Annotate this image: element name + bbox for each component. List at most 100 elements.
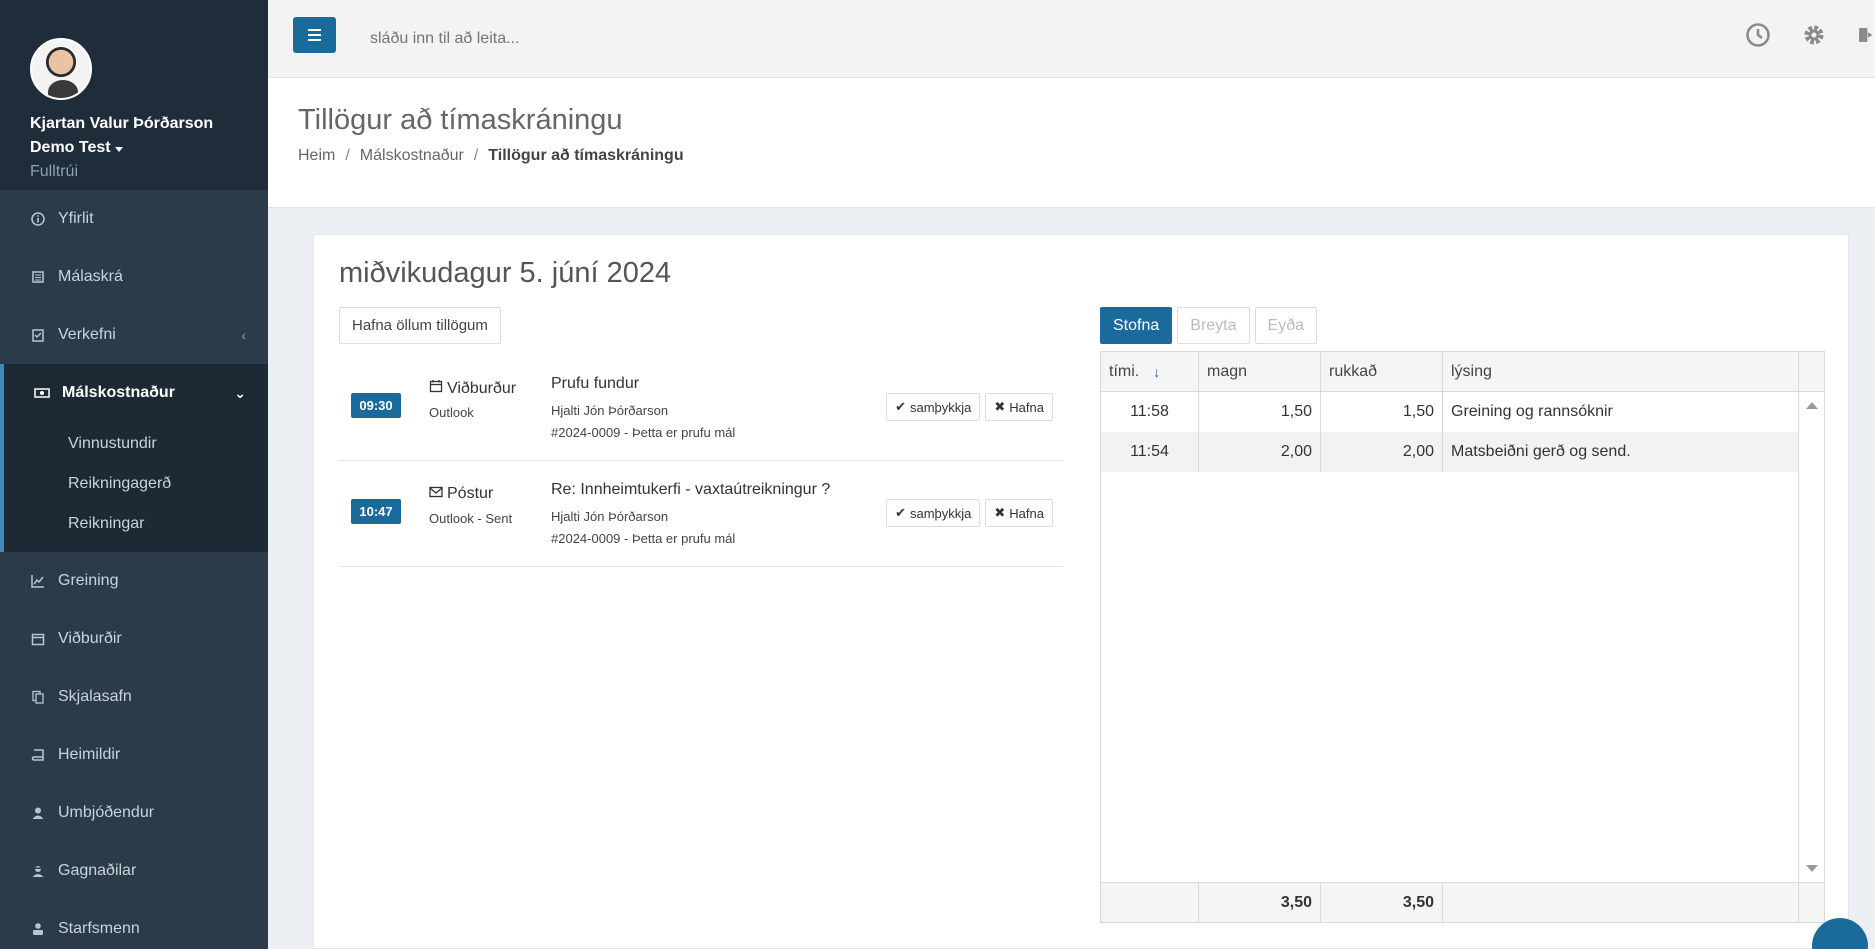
sidebar-subitem-vinnustundir[interactable]: Vinnustundir [4,424,268,464]
calendar-icon [30,631,46,647]
company-dropdown[interactable]: Demo Test [30,136,268,160]
footer-empty [1443,883,1799,922]
time-badge: 10:47 [351,499,401,524]
approve-label: samþykkja [909,399,972,415]
breadcrumb-home[interactable]: Heim [298,147,335,165]
sidebar-item-malaskra[interactable]: Málaskrá [0,248,268,306]
reject-button[interactable]: ✖ Hafna [985,499,1053,527]
sidebar-item-verkefni[interactable]: Verkefni ‹ [0,306,268,364]
company-name: Demo Test [30,139,111,156]
archive-icon [30,269,46,285]
sidebar-item-gagnadilar[interactable]: Gagnaðilar [0,842,268,900]
sidebar-item-umbjodendur[interactable]: Umbjóðendur [0,784,268,842]
reject-button[interactable]: ✖ Hafna [985,393,1053,421]
sidebar-item-label: Málaskrá [58,267,123,285]
sidebar-item-heimildir[interactable]: Heimildir [0,726,268,784]
chevron-left-icon: ‹ [241,326,246,343]
sidebar-item-label: Málskostnaður [62,384,175,401]
breadcrumb: Heim / Málskostnaður / Tillögur að tímas… [298,147,1845,165]
logout-icon[interactable] [1857,22,1875,48]
topbar [268,0,1875,78]
suggestion-person: Hjalti Jón Þórðarson [551,509,669,524]
edit-button[interactable]: Breyta [1177,307,1250,344]
close-icon: ✖ [994,505,1006,520]
suggestion-title: Re: Innheimtukerfi - vaxtaútreikningur ? [551,481,831,498]
suggestion-kind-label: Viðburður [447,379,517,397]
cell-amount: 1,50 [1199,392,1321,432]
cell-description: Matsbeiðni gerð og send. [1443,432,1799,472]
sidebar-item-starfsmenn[interactable]: Starfsmenn [0,900,268,949]
column-header-description[interactable]: lýsing [1443,352,1799,391]
page-title: Tillögur að tímaskráningu [298,104,623,136]
menu-toggle-button[interactable] [293,17,336,53]
search-input[interactable] [370,30,770,48]
user-role: Fulltrúi [30,163,79,180]
sidebar-item-label: Starfsmenn [58,919,140,937]
reject-label: Hafna [1009,505,1044,521]
chevron-down-icon: ⌄ [234,384,246,401]
sidebar-item-malskostnadur[interactable]: Málskostnaður ⌄ [0,364,268,422]
suggestion-actions: ✔ samþykkja ✖ Hafna [886,393,1053,421]
scroll-down-arrow-icon[interactable] [1806,865,1818,872]
check-icon: ✔ [895,399,906,414]
approve-button[interactable]: ✔ samþykkja [886,499,981,527]
sidebar-subitem-reikningagerd[interactable]: Reikningagerð [4,464,268,504]
suggestion-source: Outlook [429,405,474,420]
table-header: tími. ↓ magn rukkað lýsing [1101,352,1824,392]
suggestion-case: #2024-0009 - Þetta er prufu mál [551,425,736,440]
check-icon: ✔ [895,505,906,520]
main-box: miðvikudagur 5. júní 2024 Hafna öllum ti… [313,234,1849,949]
sidebar-item-greining[interactable]: Greining [0,552,268,610]
cell-time: 11:58 [1101,392,1199,432]
breadcrumb-current: Tillögur að tímaskráningu [488,147,684,164]
vertical-scrollbar[interactable] [1798,392,1824,882]
top-icons [1745,22,1875,48]
create-button[interactable]: Stofna [1100,307,1173,344]
reject-all-button[interactable]: Hafna öllum tillögum [339,307,501,344]
user-panel: Kjartan Valur Þórðarson Demo Test Fulltr… [0,0,268,190]
suggestion-item: 10:47 Póstur Outlook - Sent Re: Innheimt… [339,461,1063,567]
calendar-icon [429,379,443,398]
date-title: miðvikudagur 5. júní 2024 [339,257,672,289]
column-header-amount[interactable]: magn [1199,352,1321,391]
sidebar-item-skjalasafn[interactable]: Skjalasafn [0,668,268,726]
delete-button[interactable]: Eyða [1254,307,1317,344]
sidebar-nav: Yfirlit Málaskrá Verkefni ‹ Málskostnaðu… [0,190,268,949]
cell-amount: 2,00 [1199,432,1321,472]
sidebar-subitem-reikningar[interactable]: Reikningar [4,504,268,544]
column-header-time[interactable]: tími. ↓ [1101,352,1199,391]
sidebar-item-label: Viðburðir [58,629,122,647]
time-entries-table: tími. ↓ magn rukkað lýsing 11:58 1,50 1,… [1100,351,1825,923]
column-header-charged[interactable]: rukkað [1321,352,1443,391]
suggestion-item: 09:30 Viðburður Outlook Prufu fundur Hja… [339,355,1063,461]
clock-icon[interactable] [1745,22,1771,48]
sidebar-item-yfirlit[interactable]: Yfirlit [0,190,268,248]
cell-charged: 2,00 [1321,432,1443,472]
close-icon: ✖ [994,399,1006,414]
documents-icon [30,689,46,705]
avatar[interactable] [30,38,92,100]
suggestion-actions: ✔ samþykkja ✖ Hafna [886,499,1053,527]
breadcrumb-malskostnadur[interactable]: Málskostnaður [360,147,464,165]
suggestion-source: Outlook - Sent [429,511,513,526]
envelope-icon [429,485,443,503]
column-header-label: tími. [1109,362,1140,380]
cell-time: 11:54 [1101,432,1199,472]
user-icon [30,805,46,821]
suggestion-case: #2024-0009 - Þetta er prufu mál [551,531,736,546]
table-row[interactable]: 11:58 1,50 1,50 Greining og rannsóknir [1101,392,1799,432]
scroll-up-arrow-icon[interactable] [1806,402,1818,409]
suggestion-person: Hjalti Jón Þórðarson [551,403,669,418]
sort-down-icon: ↓ [1153,363,1161,380]
total-charged: 3,50 [1321,883,1443,922]
table-row[interactable]: 11:54 2,00 2,00 Matsbeiðni gerð og send. [1101,432,1799,472]
sidebar: Kjartan Valur Þórðarson Demo Test Fulltr… [0,0,268,949]
footer-spacer [1799,883,1825,922]
approve-button[interactable]: ✔ samþykkja [886,393,981,421]
gear-icon[interactable] [1801,22,1827,48]
submenu: Vinnustundir Reikningagerð Reikningar [0,422,268,552]
sidebar-item-vidburdir[interactable]: Viðburðir [0,610,268,668]
cell-charged: 1,50 [1321,392,1443,432]
approve-label: samþykkja [909,505,972,521]
info-circle-icon [30,211,46,227]
